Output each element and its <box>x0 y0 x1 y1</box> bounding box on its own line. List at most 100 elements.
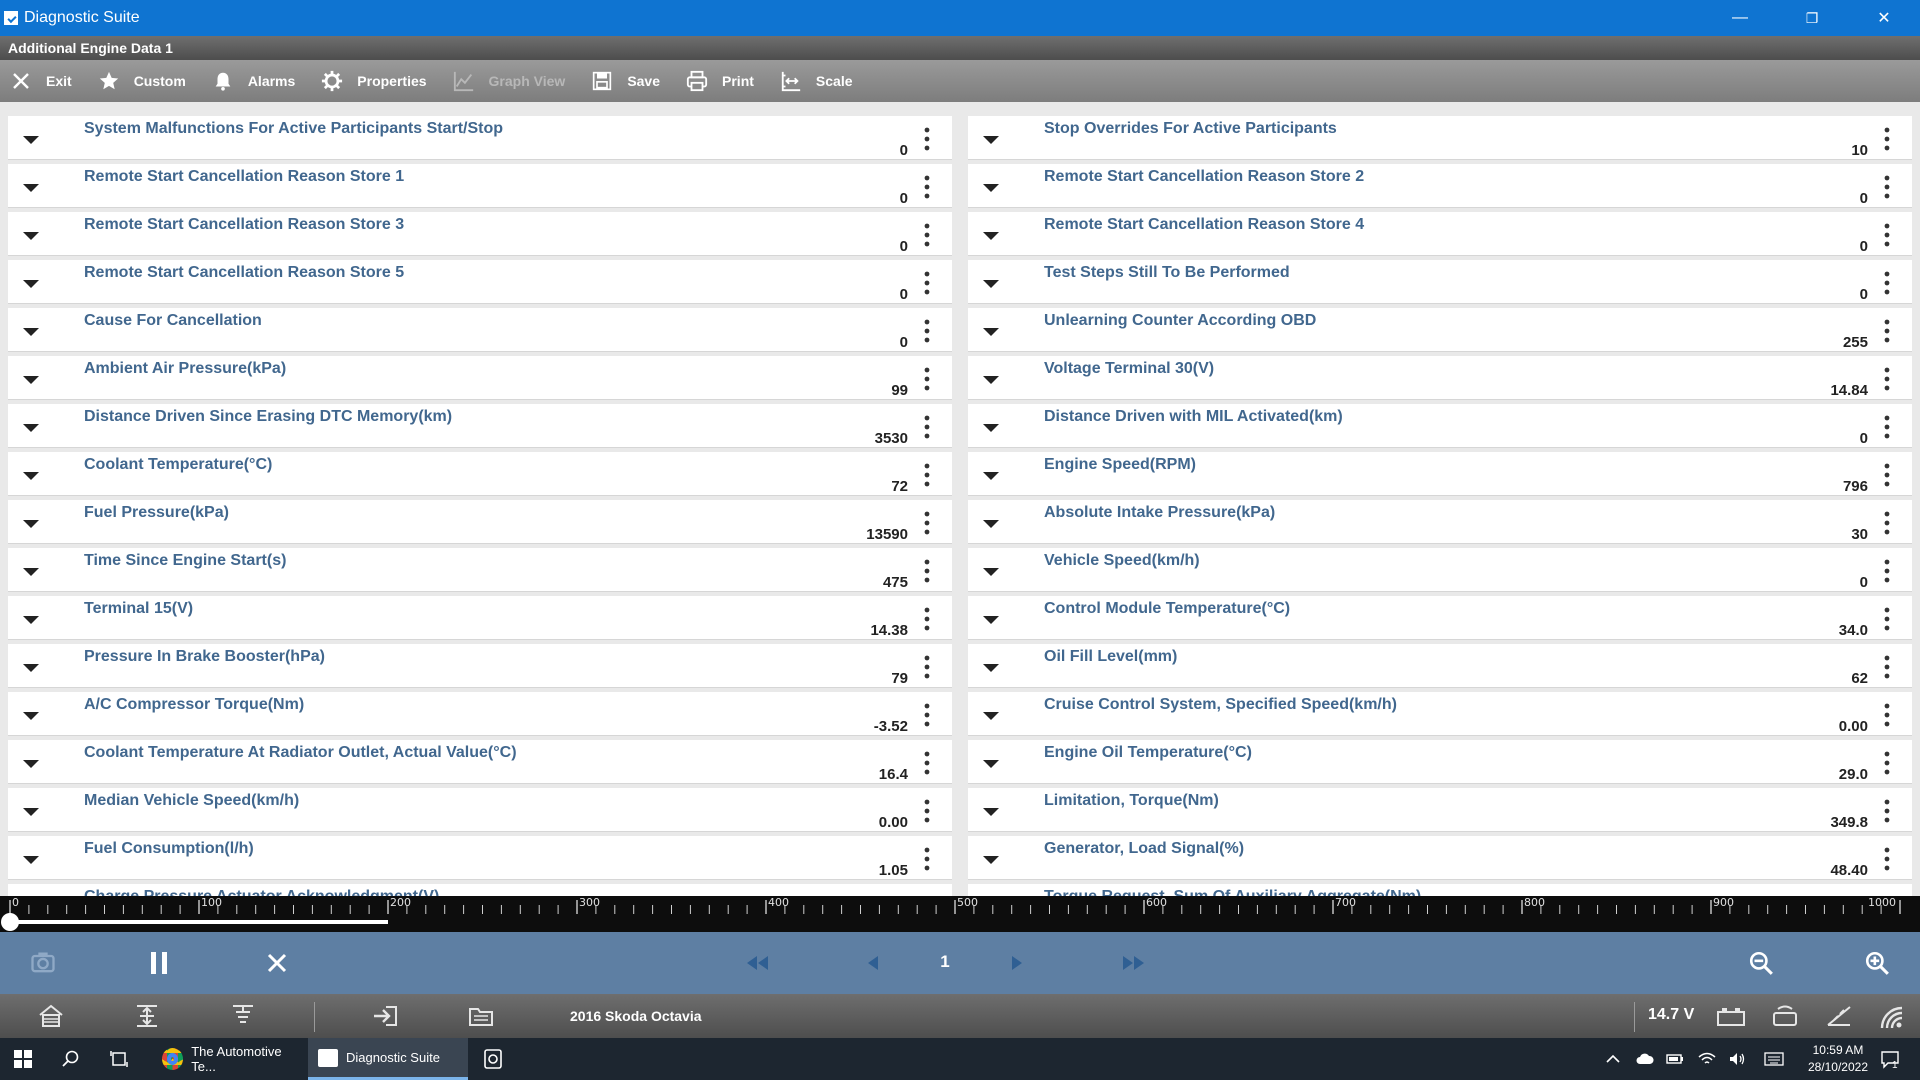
vci-status-button[interactable] <box>1770 1004 1797 1028</box>
notification-center-button[interactable]: 1 <box>1880 1038 1899 1080</box>
snapshot-button[interactable] <box>26 946 60 980</box>
more-options-icon[interactable] <box>1884 174 1890 200</box>
start-button[interactable] <box>14 1038 32 1080</box>
close-window-button[interactable]: ✕ <box>1848 0 1920 36</box>
properties-button[interactable]: Properties <box>321 70 427 92</box>
expand-all-button[interactable] <box>134 1004 160 1028</box>
more-options-icon[interactable] <box>1884 270 1890 296</box>
more-options-icon[interactable] <box>1884 702 1890 728</box>
parameter-row[interactable]: Fuel Pressure(kPa) 13590 <box>8 500 952 544</box>
more-options-icon[interactable] <box>924 798 930 824</box>
scale-button[interactable]: Scale <box>780 70 853 92</box>
taskbar-app-diagnostic-suite[interactable]: Diagnostic Suite <box>308 1038 468 1080</box>
more-options-icon[interactable] <box>1884 558 1890 584</box>
chevron-down-icon[interactable] <box>22 322 40 340</box>
chevron-down-icon[interactable] <box>22 850 40 868</box>
stop-button[interactable] <box>260 946 294 980</box>
parameter-row[interactable]: A/C Compressor Torque(Nm) -3.52 <box>8 692 952 736</box>
more-options-icon[interactable] <box>924 126 930 152</box>
system-clock[interactable]: 10:59 AM 28/10/2022 <box>1808 1042 1868 1076</box>
chevron-down-icon[interactable] <box>982 514 1000 532</box>
parameter-row[interactable]: Distance Driven with MIL Activated(km) 0 <box>968 404 1912 448</box>
parameter-row[interactable]: Oil Fill Level(mm) 62 <box>968 644 1912 688</box>
parameter-row[interactable]: Vehicle Speed(km/h) 0 <box>968 548 1912 592</box>
print-button[interactable]: Print <box>686 70 754 92</box>
chevron-down-icon[interactable] <box>22 178 40 196</box>
collapse-all-button[interactable] <box>230 1004 256 1028</box>
parameter-row[interactable]: Remote Start Cancellation Reason Store 4… <box>968 212 1912 256</box>
chevron-down-icon[interactable] <box>982 802 1000 820</box>
chevron-down-icon[interactable] <box>22 514 40 532</box>
parameter-row[interactable]: Control Module Temperature(°C) 34.0 <box>968 596 1912 640</box>
onedrive-button[interactable] <box>1636 1038 1654 1080</box>
chevron-down-icon[interactable] <box>982 466 1000 484</box>
more-options-icon[interactable] <box>924 558 930 584</box>
parameter-row[interactable]: Engine Speed(RPM) 796 <box>968 452 1912 496</box>
timeline-scale[interactable]: 0 100 200 300 400 500 600 700 800 900 1000 <box>0 896 1920 932</box>
chevron-down-icon[interactable] <box>22 130 40 148</box>
chevron-down-icon[interactable] <box>982 130 1000 148</box>
more-options-icon[interactable] <box>924 270 930 296</box>
more-options-icon[interactable] <box>924 510 930 536</box>
save-button[interactable]: Save <box>591 70 660 92</box>
parameter-row[interactable]: Remote Start Cancellation Reason Store 3… <box>8 212 952 256</box>
more-options-icon[interactable] <box>924 174 930 200</box>
more-options-icon[interactable] <box>1884 510 1890 536</box>
parameter-row[interactable]: System Malfunctions For Active Participa… <box>8 116 952 160</box>
import-button[interactable] <box>372 1004 398 1028</box>
more-options-icon[interactable] <box>1884 606 1890 632</box>
more-options-icon[interactable] <box>924 462 930 488</box>
last-page-button[interactable] <box>1117 946 1151 980</box>
chevron-down-icon[interactable] <box>982 418 1000 436</box>
home-button[interactable] <box>38 1004 64 1028</box>
vci-connection-button[interactable] <box>1716 1004 1745 1028</box>
taskbar-app-chrome[interactable]: The Automotive Te... <box>152 1038 302 1080</box>
more-options-icon[interactable] <box>1884 414 1890 440</box>
chevron-down-icon[interactable] <box>982 658 1000 676</box>
more-options-icon[interactable] <box>924 846 930 872</box>
next-page-button[interactable] <box>1000 946 1034 980</box>
parameter-row[interactable]: Stop Overrides For Active Participants 10 <box>968 116 1912 160</box>
zoom-out-button[interactable] <box>1744 946 1778 980</box>
more-options-icon[interactable] <box>1884 750 1890 776</box>
chevron-down-icon[interactable] <box>22 466 40 484</box>
more-options-icon[interactable] <box>924 318 930 344</box>
playhead-handle[interactable] <box>1 913 19 931</box>
more-options-icon[interactable] <box>1884 798 1890 824</box>
exit-button[interactable]: Exit <box>10 70 72 92</box>
zoom-in-button[interactable] <box>1860 946 1894 980</box>
parameter-row[interactable]: Unlearning Counter According OBD 255 <box>968 308 1912 352</box>
chevron-down-icon[interactable] <box>982 610 1000 628</box>
parameter-row[interactable]: Remote Start Cancellation Reason Store 2… <box>968 164 1912 208</box>
parameter-row[interactable]: Cruise Control System, Specified Speed(k… <box>968 692 1912 736</box>
parameter-row[interactable]: Median Vehicle Speed(km/h) 0.00 <box>8 788 952 832</box>
wireless-button[interactable] <box>1878 1004 1904 1029</box>
keyboard-layout[interactable] <box>1764 1038 1784 1080</box>
chevron-down-icon[interactable] <box>982 226 1000 244</box>
chevron-down-icon[interactable] <box>982 370 1000 388</box>
more-options-icon[interactable] <box>924 606 930 632</box>
parameter-row[interactable]: Remote Start Cancellation Reason Store 5… <box>8 260 952 304</box>
chevron-down-icon[interactable] <box>22 562 40 580</box>
more-options-icon[interactable] <box>924 222 930 248</box>
parameter-row[interactable]: Terminal 15(V) 14.38 <box>8 596 952 640</box>
chevron-down-icon[interactable] <box>22 274 40 292</box>
more-options-icon[interactable] <box>1884 366 1890 392</box>
more-options-icon[interactable] <box>1884 318 1890 344</box>
more-options-icon[interactable] <box>1884 222 1890 248</box>
taskbar-app-tool[interactable] <box>482 1038 504 1080</box>
chevron-down-icon[interactable] <box>982 754 1000 772</box>
more-options-icon[interactable] <box>924 414 930 440</box>
chevron-down-icon[interactable] <box>22 658 40 676</box>
pause-button[interactable] <box>142 946 176 980</box>
parameter-row[interactable]: Pressure In Brake Booster(hPa) 79 <box>8 644 952 688</box>
parameter-row[interactable]: Voltage Terminal 30(V) 14.84 <box>968 356 1912 400</box>
chevron-down-icon[interactable] <box>982 706 1000 724</box>
chevron-down-icon[interactable] <box>982 274 1000 292</box>
show-hidden-icons-button[interactable] <box>1606 1038 1620 1080</box>
parameter-row[interactable]: Test Steps Still To Be Performed 0 <box>968 260 1912 304</box>
custom-button[interactable]: Custom <box>98 70 186 92</box>
previous-page-button[interactable] <box>856 946 890 980</box>
parameter-row[interactable]: Coolant Temperature(°C) 72 <box>8 452 952 496</box>
parameter-row[interactable]: Coolant Temperature At Radiator Outlet, … <box>8 740 952 784</box>
